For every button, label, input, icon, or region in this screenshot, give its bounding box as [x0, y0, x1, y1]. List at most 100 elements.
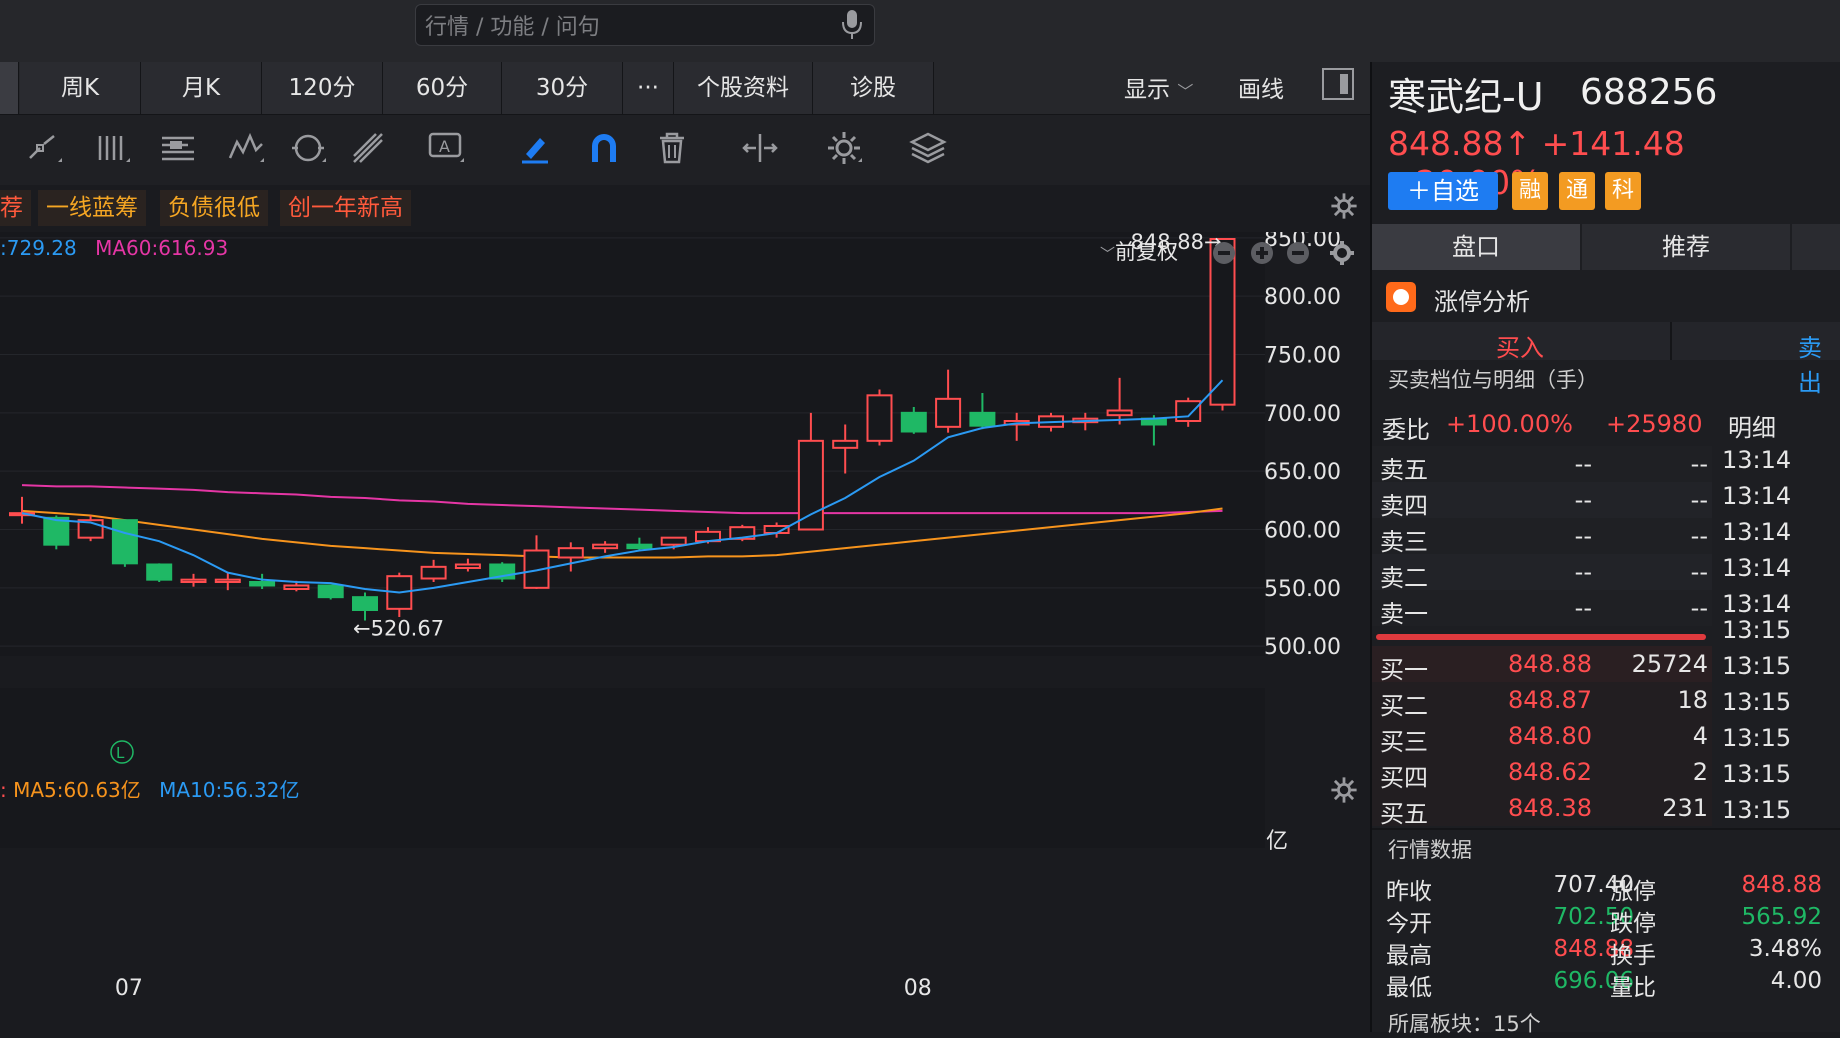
candle-body — [214, 578, 241, 583]
period-tab-partial[interactable] — [0, 62, 19, 114]
zoom-in-icon[interactable] — [1251, 242, 1273, 264]
candle-body — [249, 581, 276, 587]
volume-ma-row: : MA5:60.63亿 MA10:56.32亿 — [0, 774, 300, 803]
wave-tool-icon[interactable] — [226, 128, 266, 168]
period-tab-week[interactable]: 周K — [20, 62, 141, 114]
weibi-pct: +100.00% — [1446, 410, 1573, 438]
settings-icon[interactable] — [824, 128, 864, 168]
limit-up-label: 涨停分析 — [1434, 288, 1530, 316]
candle-body — [146, 563, 173, 581]
candle-body — [660, 536, 687, 546]
ask-volume: -- — [1690, 486, 1708, 514]
sector-count[interactable]: 所属板块：15个 — [1388, 1008, 1541, 1038]
ask-volume: -- — [1690, 522, 1708, 550]
ask-volume: -- — [1690, 450, 1708, 478]
candle-body — [352, 596, 378, 611]
limit-marker-letter: L — [116, 744, 125, 762]
detail-time: 13:15 — [1722, 688, 1792, 716]
tab-orderbook[interactable]: 盘口 — [1372, 224, 1580, 270]
detail-time: 13:15 — [1722, 652, 1792, 680]
period-tab-month[interactable]: 月K — [141, 62, 262, 114]
magnet-icon[interactable] — [584, 128, 624, 168]
bid-row: 买五 848.38 231 — [1372, 790, 1712, 828]
microphone-icon[interactable] — [841, 8, 863, 40]
candle-body — [969, 411, 996, 427]
market-data-title: 行情数据 — [1388, 838, 1472, 862]
tag-settings-icon[interactable] — [1330, 192, 1358, 220]
add-watchlist-button[interactable]: ＋自选 — [1388, 172, 1498, 210]
weibi-row: 委比 +100.00% +25980 — [1372, 404, 1702, 446]
volume-ma-marker: : — [0, 778, 7, 802]
price-tick-label: 750.00 — [1264, 344, 1341, 369]
bid-price: 848.62 — [1508, 758, 1592, 786]
period-tab-30m[interactable]: 30分 — [502, 62, 623, 114]
candle-body — [43, 516, 70, 546]
tag-blue-chip[interactable]: 一线蓝筹 — [38, 190, 146, 226]
ask-row: 卖一 -- -- — [1372, 590, 1712, 628]
section-divider — [1372, 828, 1840, 830]
adjust-dropdown[interactable]: ﹀前复权 — [1100, 236, 1178, 266]
kline-chart[interactable]: 850.00800.00750.00700.00650.00600.00550.… — [0, 232, 1368, 1032]
limit-up-analysis[interactable]: 涨停分析 — [1372, 276, 1840, 320]
sell-button[interactable]: 卖出 — [1798, 328, 1840, 398]
pen-tool-icon[interactable] — [516, 128, 556, 168]
channel-tool-icon[interactable] — [92, 128, 132, 168]
bid-volume: 231 — [1662, 794, 1708, 822]
detail-time: 13:15 — [1722, 760, 1792, 788]
fibonacci-tool-icon[interactable] — [158, 128, 198, 168]
bid-row: 买四 848.62 2 — [1372, 754, 1712, 792]
detail-time: 13:15 — [1722, 616, 1792, 644]
tag-recommend[interactable]: 荐 — [0, 190, 31, 226]
x-tick-label: 07 — [115, 976, 143, 1001]
volume-tick-label: 37.39 — [1266, 232, 1329, 238]
tag-low-debt[interactable]: 负债很低 — [160, 190, 268, 226]
price-tick-label: 600.00 — [1264, 519, 1341, 544]
bid-label: 买二 — [1380, 692, 1428, 720]
gann-tool-icon[interactable] — [348, 128, 388, 168]
period-tab-120m[interactable]: 120分 — [262, 62, 383, 114]
cycle-tool-icon[interactable] — [288, 128, 328, 168]
tag-new-high[interactable]: 创一年新高 — [280, 190, 411, 226]
candle-body — [180, 578, 207, 583]
shrink-icon[interactable] — [1287, 242, 1309, 264]
stock-code: 688256 — [1580, 72, 1718, 113]
panel-toggle-icon[interactable] — [1322, 68, 1354, 100]
stock-profile-button[interactable]: 个股资料 — [674, 62, 813, 114]
chart-settings-icon[interactable] — [1330, 241, 1354, 265]
ask-label: 卖三 — [1380, 528, 1428, 556]
layers-icon[interactable] — [908, 128, 948, 168]
price-tick-label: 550.00 — [1264, 577, 1341, 602]
orderbook-divider — [1376, 634, 1706, 640]
trash-icon[interactable] — [652, 128, 692, 168]
badge-star-market[interactable]: 科 — [1605, 172, 1641, 210]
badge-connect[interactable]: 通 — [1559, 172, 1595, 210]
market-label: 换手 — [1610, 943, 1656, 969]
period-tab-60m[interactable]: 60分 — [383, 62, 502, 114]
detail-time: 13:14 — [1722, 554, 1792, 582]
more-button[interactable]: ··· — [623, 62, 674, 114]
price-tick-label: 500.00 — [1264, 635, 1341, 660]
buy-sell-bar: 买入 卖出 — [1372, 322, 1840, 397]
tab-recommend[interactable]: 推荐 — [1582, 224, 1790, 270]
price-tick-label: 650.00 — [1264, 460, 1341, 485]
volume-settings-icon[interactable] — [1330, 776, 1358, 804]
badge-margin[interactable]: 融 — [1512, 172, 1548, 210]
candle-body — [557, 547, 584, 559]
zoom-out-icon[interactable] — [1213, 242, 1235, 264]
candle-body — [866, 394, 893, 442]
ask-row: 卖二 -- -- — [1372, 554, 1712, 592]
tab-more[interactable] — [1792, 224, 1840, 270]
draw-line-button[interactable]: 画线 — [1238, 70, 1284, 104]
trendline-tool-icon[interactable] — [24, 128, 64, 168]
text-annotation-icon[interactable]: A — [426, 128, 466, 168]
ask-label: 卖五 — [1380, 456, 1428, 484]
candle-body — [626, 543, 653, 550]
weibi-label: 委比 — [1382, 416, 1430, 444]
candle-body — [797, 439, 824, 531]
diagnose-button[interactable]: 诊股 — [813, 62, 934, 114]
search-input[interactable]: 行情 / 功能 / 问句 — [425, 9, 600, 41]
display-dropdown[interactable]: 显示 ﹀ — [1124, 70, 1193, 104]
vol-ma10-value: MA10:56.32亿 — [159, 778, 300, 802]
buy-button[interactable]: 买入 — [1496, 328, 1544, 363]
zoom-range-icon[interactable] — [740, 128, 780, 168]
